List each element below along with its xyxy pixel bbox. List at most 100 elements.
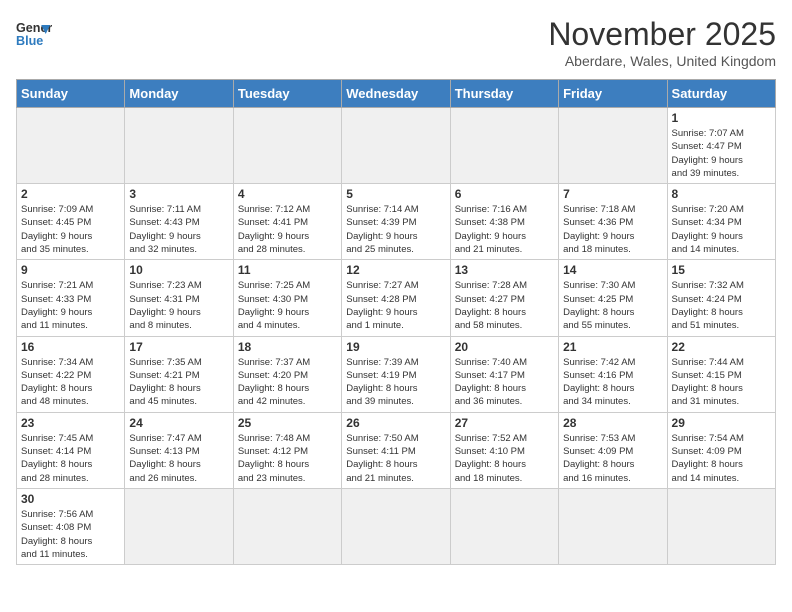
calendar-day-cell: [342, 488, 450, 564]
calendar-day-cell: 1 Sunrise: 7:07 AM Sunset: 4:47 PM Daylig…: [667, 108, 775, 184]
logo: General Blue: [16, 16, 52, 52]
day-number: 14: [563, 263, 662, 277]
day-info: Sunrise: 7:53 AM Sunset: 4:09 PM Dayligh…: [563, 432, 662, 485]
day-info: Sunrise: 7:32 AM Sunset: 4:24 PM Dayligh…: [672, 279, 771, 332]
weekday-header-friday: Friday: [559, 80, 667, 108]
calendar-day-cell: [450, 108, 558, 184]
day-number: 29: [672, 416, 771, 430]
day-info: Sunrise: 7:34 AM Sunset: 4:22 PM Dayligh…: [21, 356, 120, 409]
calendar-week-row: 1 Sunrise: 7:07 AM Sunset: 4:47 PM Daylig…: [17, 108, 776, 184]
day-number: 3: [129, 187, 228, 201]
day-number: 26: [346, 416, 445, 430]
calendar-day-cell: 12 Sunrise: 7:27 AM Sunset: 4:28 PM Dayli…: [342, 260, 450, 336]
calendar-day-cell: 2 Sunrise: 7:09 AM Sunset: 4:45 PM Daylig…: [17, 184, 125, 260]
calendar-day-cell: 23 Sunrise: 7:45 AM Sunset: 4:14 PM Dayli…: [17, 412, 125, 488]
calendar-day-cell: 25 Sunrise: 7:48 AM Sunset: 4:12 PM Dayli…: [233, 412, 341, 488]
day-number: 6: [455, 187, 554, 201]
weekday-header-sunday: Sunday: [17, 80, 125, 108]
day-info: Sunrise: 7:18 AM Sunset: 4:36 PM Dayligh…: [563, 203, 662, 256]
calendar-day-cell: 15 Sunrise: 7:32 AM Sunset: 4:24 PM Dayli…: [667, 260, 775, 336]
weekday-header-wednesday: Wednesday: [342, 80, 450, 108]
day-number: 9: [21, 263, 120, 277]
weekday-header-tuesday: Tuesday: [233, 80, 341, 108]
day-info: Sunrise: 7:21 AM Sunset: 4:33 PM Dayligh…: [21, 279, 120, 332]
day-info: Sunrise: 7:44 AM Sunset: 4:15 PM Dayligh…: [672, 356, 771, 409]
calendar-day-cell: [125, 488, 233, 564]
day-info: Sunrise: 7:42 AM Sunset: 4:16 PM Dayligh…: [563, 356, 662, 409]
day-info: Sunrise: 7:40 AM Sunset: 4:17 PM Dayligh…: [455, 356, 554, 409]
calendar-day-cell: [17, 108, 125, 184]
day-number: 5: [346, 187, 445, 201]
calendar-day-cell: 19 Sunrise: 7:39 AM Sunset: 4:19 PM Dayli…: [342, 336, 450, 412]
calendar-day-cell: [450, 488, 558, 564]
calendar-day-cell: [559, 488, 667, 564]
day-info: Sunrise: 7:39 AM Sunset: 4:19 PM Dayligh…: [346, 356, 445, 409]
calendar-day-cell: 16Sunrise: 7:34 AM Sunset: 4:22 PM Dayli…: [17, 336, 125, 412]
calendar-header: General Blue November 2025 Aberdare, Wal…: [16, 16, 776, 69]
day-number: 25: [238, 416, 337, 430]
day-number: 4: [238, 187, 337, 201]
day-number: 30: [21, 492, 120, 506]
day-info: Sunrise: 7:27 AM Sunset: 4:28 PM Dayligh…: [346, 279, 445, 332]
day-info: Sunrise: 7:16 AM Sunset: 4:38 PM Dayligh…: [455, 203, 554, 256]
calendar-day-cell: [233, 488, 341, 564]
day-info: Sunrise: 7:11 AM Sunset: 4:43 PM Dayligh…: [129, 203, 228, 256]
calendar-day-cell: [125, 108, 233, 184]
day-number: 7: [563, 187, 662, 201]
day-number: 12: [346, 263, 445, 277]
calendar-day-cell: 18 Sunrise: 7:37 AM Sunset: 4:20 PM Dayli…: [233, 336, 341, 412]
calendar-week-row: 2 Sunrise: 7:09 AM Sunset: 4:45 PM Daylig…: [17, 184, 776, 260]
calendar-day-cell: 29Sunrise: 7:54 AM Sunset: 4:09 PM Dayli…: [667, 412, 775, 488]
calendar-day-cell: 11Sunrise: 7:25 AM Sunset: 4:30 PM Dayli…: [233, 260, 341, 336]
calendar-week-row: 16Sunrise: 7:34 AM Sunset: 4:22 PM Dayli…: [17, 336, 776, 412]
calendar-day-cell: [233, 108, 341, 184]
day-info: Sunrise: 7:48 AM Sunset: 4:12 PM Dayligh…: [238, 432, 337, 485]
calendar-week-row: 30Sunrise: 7:56 AM Sunset: 4:08 PM Dayli…: [17, 488, 776, 564]
day-info: Sunrise: 7:52 AM Sunset: 4:10 PM Dayligh…: [455, 432, 554, 485]
calendar-day-cell: 17 Sunrise: 7:35 AM Sunset: 4:21 PM Dayli…: [125, 336, 233, 412]
weekday-header-monday: Monday: [125, 80, 233, 108]
day-number: 2: [21, 187, 120, 201]
calendar-day-cell: 20Sunrise: 7:40 AM Sunset: 4:17 PM Dayli…: [450, 336, 558, 412]
weekday-header-saturday: Saturday: [667, 80, 775, 108]
day-info: Sunrise: 7:47 AM Sunset: 4:13 PM Dayligh…: [129, 432, 228, 485]
calendar-week-row: 23 Sunrise: 7:45 AM Sunset: 4:14 PM Dayli…: [17, 412, 776, 488]
logo-icon: General Blue: [16, 16, 52, 52]
calendar-day-cell: 4Sunrise: 7:12 AM Sunset: 4:41 PM Daylig…: [233, 184, 341, 260]
day-number: 8: [672, 187, 771, 201]
day-info: Sunrise: 7:07 AM Sunset: 4:47 PM Dayligh…: [672, 127, 771, 180]
calendar-day-cell: 10Sunrise: 7:23 AM Sunset: 4:31 PM Dayli…: [125, 260, 233, 336]
calendar-day-cell: 22Sunrise: 7:44 AM Sunset: 4:15 PM Dayli…: [667, 336, 775, 412]
calendar-day-cell: 21Sunrise: 7:42 AM Sunset: 4:16 PM Dayli…: [559, 336, 667, 412]
calendar-day-cell: 9 Sunrise: 7:21 AM Sunset: 4:33 PM Daylig…: [17, 260, 125, 336]
title-section: November 2025 Aberdare, Wales, United Ki…: [548, 16, 776, 69]
month-title: November 2025: [548, 16, 776, 53]
day-number: 17: [129, 340, 228, 354]
day-number: 1: [672, 111, 771, 125]
calendar-day-cell: [667, 488, 775, 564]
day-info: Sunrise: 7:37 AM Sunset: 4:20 PM Dayligh…: [238, 356, 337, 409]
weekday-header-row: SundayMondayTuesdayWednesdayThursdayFrid…: [17, 80, 776, 108]
day-number: 13: [455, 263, 554, 277]
day-info: Sunrise: 7:35 AM Sunset: 4:21 PM Dayligh…: [129, 356, 228, 409]
calendar-day-cell: 5Sunrise: 7:14 AM Sunset: 4:39 PM Daylig…: [342, 184, 450, 260]
day-info: Sunrise: 7:50 AM Sunset: 4:11 PM Dayligh…: [346, 432, 445, 485]
day-number: 18: [238, 340, 337, 354]
day-number: 23: [21, 416, 120, 430]
day-number: 28: [563, 416, 662, 430]
svg-text:Blue: Blue: [16, 34, 43, 48]
calendar-day-cell: 13 Sunrise: 7:28 AM Sunset: 4:27 PM Dayli…: [450, 260, 558, 336]
day-info: Sunrise: 7:20 AM Sunset: 4:34 PM Dayligh…: [672, 203, 771, 256]
day-info: Sunrise: 7:25 AM Sunset: 4:30 PM Dayligh…: [238, 279, 337, 332]
day-info: Sunrise: 7:09 AM Sunset: 4:45 PM Dayligh…: [21, 203, 120, 256]
calendar-day-cell: [342, 108, 450, 184]
day-number: 15: [672, 263, 771, 277]
calendar-week-row: 9 Sunrise: 7:21 AM Sunset: 4:33 PM Daylig…: [17, 260, 776, 336]
calendar-day-cell: 24Sunrise: 7:47 AM Sunset: 4:13 PM Dayli…: [125, 412, 233, 488]
day-info: Sunrise: 7:28 AM Sunset: 4:27 PM Dayligh…: [455, 279, 554, 332]
day-info: Sunrise: 7:23 AM Sunset: 4:31 PM Dayligh…: [129, 279, 228, 332]
day-info: Sunrise: 7:45 AM Sunset: 4:14 PM Dayligh…: [21, 432, 120, 485]
day-number: 19: [346, 340, 445, 354]
calendar-day-cell: 28 Sunrise: 7:53 AM Sunset: 4:09 PM Dayli…: [559, 412, 667, 488]
calendar-day-cell: 30Sunrise: 7:56 AM Sunset: 4:08 PM Dayli…: [17, 488, 125, 564]
